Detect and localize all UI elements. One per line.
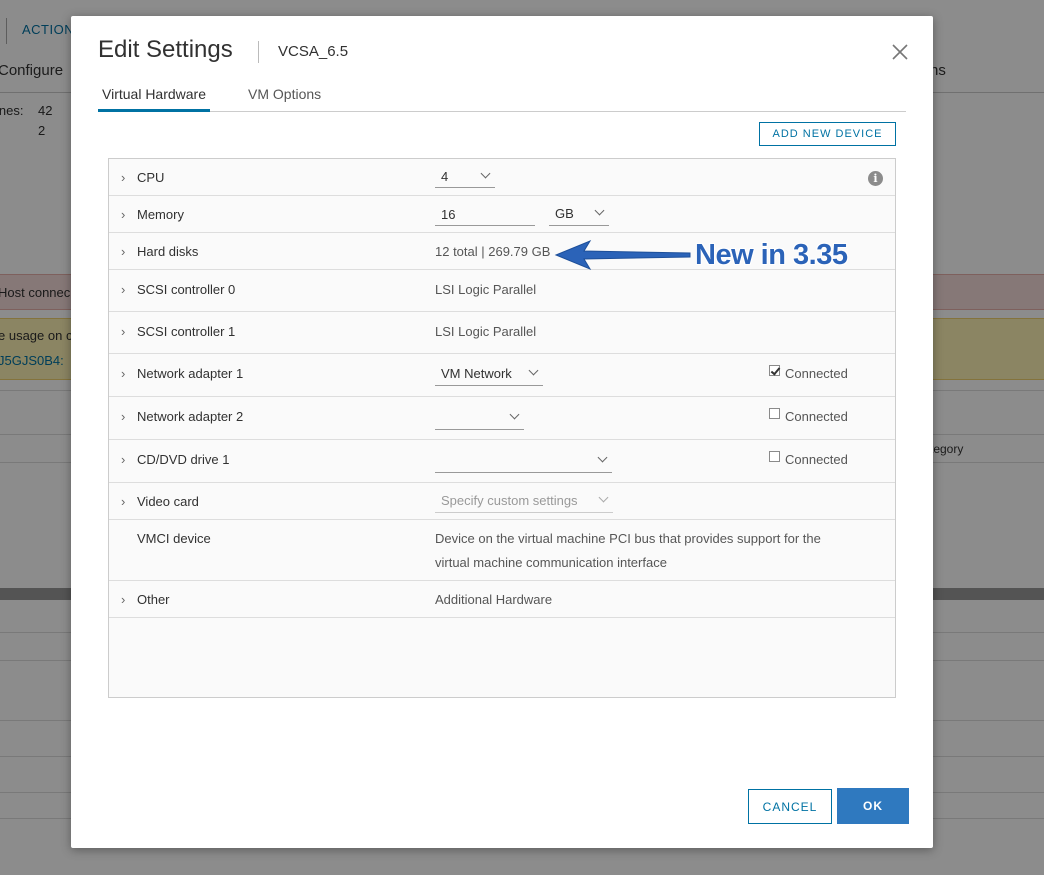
hardware-row-scsi-controller-0: › SCSI controller 0 LSI Logic Parallel xyxy=(109,270,895,312)
expand-chevron-icon[interactable]: › xyxy=(121,409,125,424)
ok-button[interactable]: OK xyxy=(837,788,909,824)
chevron-down-icon xyxy=(594,205,605,216)
expand-chevron-icon[interactable]: › xyxy=(121,366,125,381)
vmci-device-label: VMCI device xyxy=(137,531,211,546)
hard-disks-summary: 12 total | 269.79 GB xyxy=(435,244,551,259)
expand-chevron-icon[interactable]: › xyxy=(121,324,125,339)
chevron-down-icon xyxy=(597,452,608,463)
scsi-controller-1-type: LSI Logic Parallel xyxy=(435,324,537,339)
cd-dvd-drive-1-select[interactable] xyxy=(435,451,612,473)
network-adapter-1-select[interactable]: VM Network xyxy=(435,364,543,386)
hardware-row-memory: › Memory GB xyxy=(109,196,895,233)
network-adapter-1-connected-checkbox[interactable] xyxy=(769,365,780,376)
cd-dvd-drive-1-label: CD/DVD drive 1 xyxy=(137,452,230,467)
annotation-arrow-icon xyxy=(554,239,691,271)
expand-chevron-icon[interactable]: › xyxy=(121,452,125,467)
cpu-label: CPU xyxy=(137,170,165,185)
video-card-label: Video card xyxy=(137,494,199,509)
network-adapter-1-connected-label: Connected xyxy=(785,366,848,381)
chevron-down-icon xyxy=(480,168,491,179)
hardware-row-network-adapter-2: › Network adapter 2 Connected xyxy=(109,397,895,440)
chevron-down-icon xyxy=(528,365,539,376)
other-value: Additional Hardware xyxy=(435,592,553,607)
hardware-row-cpu: › CPU 4 i xyxy=(109,159,895,196)
memory-size-input[interactable] xyxy=(435,204,535,226)
hardware-row-scsi-controller-1: › SCSI controller 1 LSI Logic Parallel xyxy=(109,312,895,354)
cd-dvd-connected-checkbox[interactable] xyxy=(769,451,780,462)
hardware-row-cd-dvd-drive-1: › CD/DVD drive 1 Connected xyxy=(109,440,895,483)
expand-chevron-icon[interactable]: › xyxy=(121,244,125,259)
cd-dvd-connected-label: Connected xyxy=(785,452,848,467)
hardware-row-network-adapter-1: › Network adapter 1 VM Network Connected xyxy=(109,354,895,397)
add-new-device-button[interactable]: ADD NEW DEVICE xyxy=(759,122,896,146)
network-adapter-2-select[interactable] xyxy=(435,408,524,430)
scsi-controller-1-label: SCSI controller 1 xyxy=(137,324,236,339)
network-adapter-1-label: Network adapter 1 xyxy=(137,366,244,381)
annotation-label: New in 3.35 xyxy=(695,239,848,271)
scsi-controller-0-type: LSI Logic Parallel xyxy=(435,282,537,297)
expand-chevron-icon[interactable]: › xyxy=(121,170,125,185)
close-icon[interactable] xyxy=(889,41,911,63)
cancel-button[interactable]: CANCEL xyxy=(748,789,832,824)
expand-chevron-icon[interactable]: › xyxy=(121,207,125,222)
hardware-row-vmci-device: VMCI device Device on the virtual machin… xyxy=(109,520,895,581)
hardware-row-video-card: › Video card Specify custom settings xyxy=(109,483,895,520)
hardware-row-other: › Other Additional Hardware xyxy=(109,581,895,618)
hard-disks-label: Hard disks xyxy=(137,244,199,259)
chevron-down-icon xyxy=(509,409,520,420)
scsi-controller-0-label: SCSI controller 0 xyxy=(137,282,236,297)
cpu-count-value: 4 xyxy=(441,169,449,184)
dialog-title: Edit Settings xyxy=(98,36,233,63)
chevron-down-icon xyxy=(598,492,609,503)
info-icon[interactable]: i xyxy=(868,171,883,186)
tab-virtual-hardware[interactable]: Virtual Hardware xyxy=(98,86,211,112)
network-adapter-1-value: VM Network xyxy=(441,366,512,381)
vmci-device-description-line1: Device on the virtual machine PCI bus th… xyxy=(435,531,821,546)
memory-unit-value: GB xyxy=(555,206,574,221)
expand-chevron-icon[interactable]: › xyxy=(121,592,125,607)
title-divider xyxy=(258,41,259,63)
expand-chevron-icon[interactable]: › xyxy=(121,494,125,509)
dialog-tabs: Virtual Hardware VM Options xyxy=(98,86,906,112)
cpu-count-select[interactable]: 4 xyxy=(435,167,495,188)
vmci-device-description-line2: virtual machine communication interface xyxy=(435,555,667,570)
edit-settings-dialog: Edit Settings VCSA_6.5 Virtual Hardware … xyxy=(71,16,933,848)
memory-unit-select[interactable]: GB xyxy=(549,204,609,226)
network-adapter-2-connected-checkbox[interactable] xyxy=(769,408,780,419)
expand-chevron-icon[interactable]: › xyxy=(121,282,125,297)
vm-name: VCSA_6.5 xyxy=(278,43,349,60)
video-card-value: Specify custom settings xyxy=(441,493,578,508)
video-card-select[interactable]: Specify custom settings xyxy=(435,491,613,513)
network-adapter-2-connected-label: Connected xyxy=(785,409,848,424)
network-adapter-2-label: Network adapter 2 xyxy=(137,409,244,424)
memory-label: Memory xyxy=(137,207,184,222)
tab-vm-options[interactable]: VM Options xyxy=(244,86,325,109)
other-label: Other xyxy=(137,592,170,607)
